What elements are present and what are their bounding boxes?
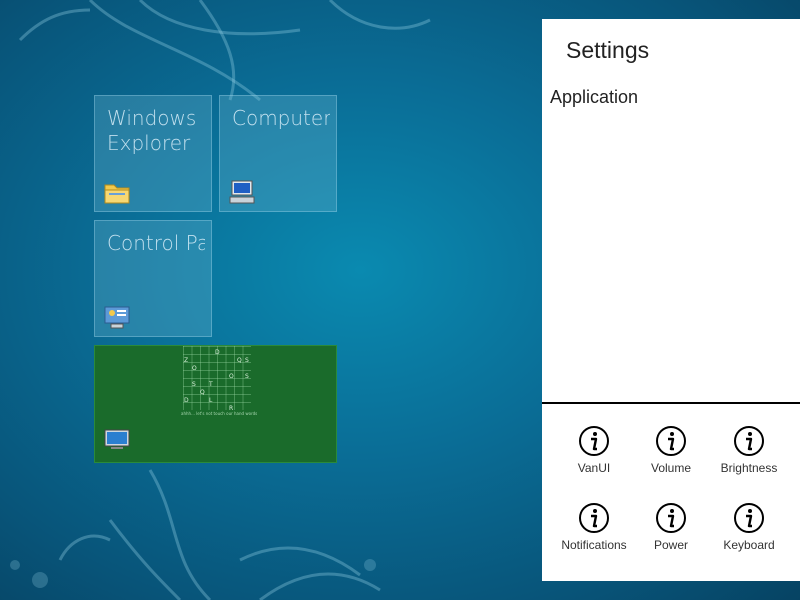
tile-control-panel[interactable]: Control Panel <box>94 220 212 337</box>
grid-letter: Z <box>184 357 189 364</box>
section-label: Application <box>550 87 639 107</box>
power-button[interactable]: Power <box>632 502 710 562</box>
grid-letter: Q <box>237 357 242 364</box>
info-icon <box>656 426 686 456</box>
panel-title: Settings <box>566 37 650 63</box>
info-icon <box>579 503 609 533</box>
computer-icon <box>229 180 255 204</box>
tile-word-game[interactable]: D Q S Z O O S S T Q D L R ahhh... let's … <box>94 345 337 463</box>
grid-letter: S <box>192 381 196 388</box>
grid-letter: D <box>215 349 220 356</box>
grid-letter: O <box>192 365 197 372</box>
tile-computer[interactable]: Computer <box>219 95 337 212</box>
keyboard-button[interactable]: Keyboard <box>710 502 788 562</box>
tile-title: Windows Explorer <box>107 106 197 155</box>
vanui-button[interactable]: VanUI <box>555 425 633 485</box>
button-label: Power <box>653 538 688 552</box>
button-label: VanUI <box>577 461 611 475</box>
panel-divider <box>542 402 800 404</box>
button-label: Volume <box>650 461 692 475</box>
notifications-button[interactable]: Notifications <box>555 502 633 562</box>
info-icon <box>734 503 764 533</box>
grid-letter: S <box>245 373 249 380</box>
folder-icon <box>104 184 130 204</box>
grid-letter: S <box>245 357 249 364</box>
brightness-button[interactable]: Brightness <box>710 425 788 485</box>
button-label: Keyboard <box>723 538 775 552</box>
volume-button[interactable]: Volume <box>632 425 710 485</box>
grid-letter: O <box>229 373 234 380</box>
tile-windows-explorer[interactable]: Windows Explorer <box>94 95 212 212</box>
game-caption: ahhh... let's not touch our hand words <box>181 411 258 416</box>
button-label: Brightness <box>720 461 778 475</box>
control-panel-icon <box>104 306 130 329</box>
info-icon <box>656 503 686 533</box>
button-label: Notifications <box>561 538 627 552</box>
monitor-icon <box>104 429 130 449</box>
grid-letter: Q <box>200 389 205 396</box>
tile-title: Control Panel <box>107 231 205 255</box>
info-icon <box>579 426 609 456</box>
info-icon <box>734 426 764 456</box>
grid-letter: D <box>184 397 189 404</box>
grid-letter: L <box>209 397 213 404</box>
settings-panel: Settings Application VanUI Volume Bright… <box>542 19 800 581</box>
tile-title: Computer <box>232 106 330 130</box>
grid-letter: T <box>209 381 213 388</box>
